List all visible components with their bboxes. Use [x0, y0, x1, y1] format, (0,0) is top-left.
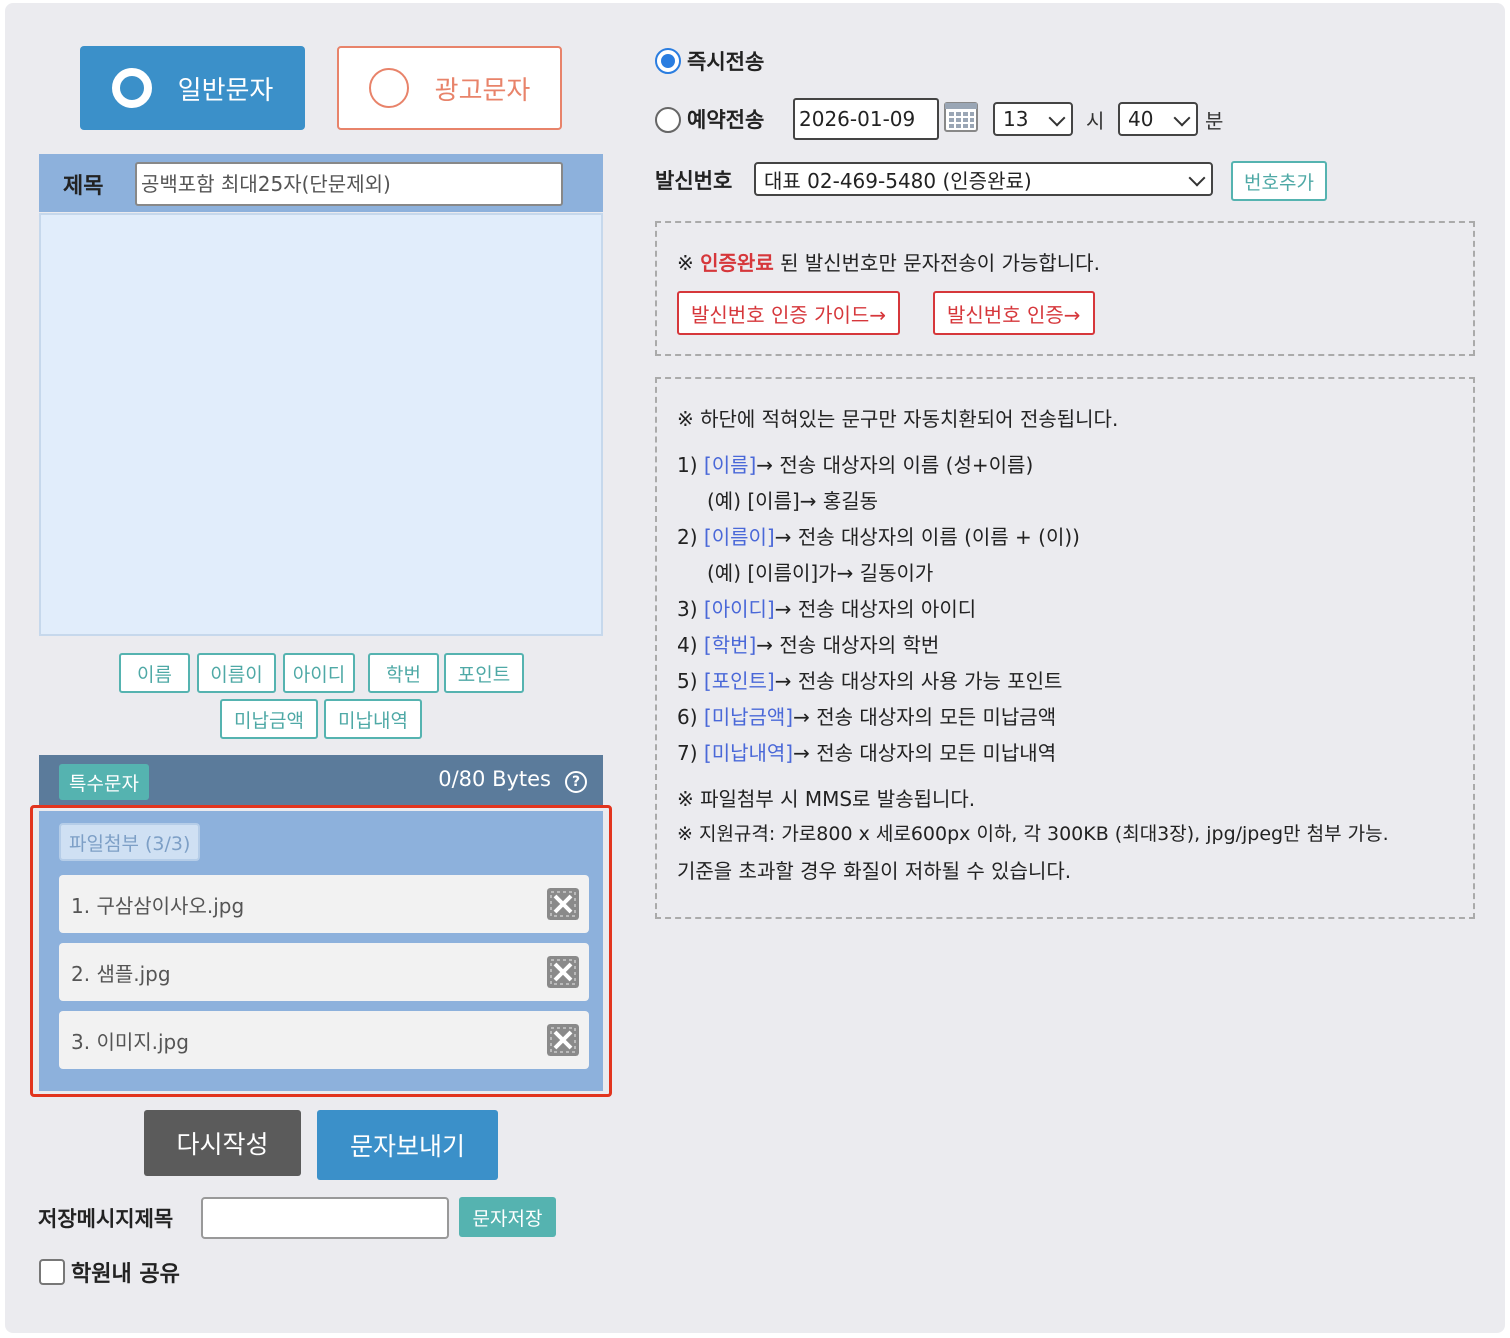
hour-unit: 시	[1086, 109, 1105, 133]
rule-desc: → 전송 대상자의 아이디	[774, 597, 977, 621]
spec-note: ※ 지원규격: 가로800 x 세로600px 이하, 각 300KB (최대3…	[677, 823, 1389, 845]
minute-unit: 분	[1205, 109, 1224, 133]
rule-number: 1)	[677, 453, 698, 477]
rule-desc: → 전송 대상자의 이름 (성+이름)	[756, 453, 1034, 477]
notice-suffix: 된 발신번호만 문자전송이 가능합니다.	[773, 251, 1100, 275]
verification-guide-button[interactable]: 발신번호 인증 가이드→	[677, 291, 901, 335]
send-message-button[interactable]: 문자보내기	[317, 1110, 498, 1180]
tag-button-point[interactable]: 포인트	[444, 653, 524, 693]
tag-button-name-i[interactable]: 이름이	[197, 653, 276, 693]
ad-message-label: 광고문자	[434, 75, 531, 106]
chevron-down-icon	[1188, 169, 1206, 187]
rule-desc: → 전송 대상자의 모든 미납내역	[793, 741, 1057, 765]
rule-desc: → 전송 대상자의 모든 미납금액	[793, 705, 1057, 729]
notice-prefix: ※	[677, 251, 701, 275]
rule-item: 2) [이름이]→ 전송 대상자의 이름 (이름 + (이))	[677, 521, 1080, 550]
subject-label: 제목	[63, 174, 104, 199]
tag-button-name[interactable]: 이름	[119, 653, 190, 693]
hour-value: 13	[1003, 107, 1029, 131]
message-body-textarea[interactable]	[39, 213, 603, 636]
sender-number-label: 발신번호	[655, 169, 733, 193]
chevron-down-icon	[1173, 109, 1191, 127]
tag-button-student-no[interactable]: 학번	[368, 653, 439, 693]
rule-item: 6) [미납금액]→ 전송 대상자의 모든 미납금액	[677, 701, 1056, 730]
share-checkbox[interactable]	[39, 1259, 65, 1285]
rule-desc: → 전송 대상자의 학번	[756, 633, 940, 657]
rule-item: 7) [미납내역]→ 전송 대상자의 모든 미납내역	[677, 737, 1056, 766]
attachment-highlight-outline	[30, 805, 612, 1097]
save-title-label: 저장메시지제목	[38, 1207, 174, 1231]
subject-bar: 제목	[39, 154, 603, 212]
rule-example: (예) [이름]→ 홍길동	[707, 489, 879, 513]
rule-number: 4)	[677, 633, 698, 657]
normal-message-label: 일반문자	[177, 75, 274, 106]
rule-number: 6)	[677, 705, 698, 729]
rule-desc: → 전송 대상자의 이름 (이름 + (이))	[774, 525, 1080, 549]
verify-number-button[interactable]: 발신번호 인증→	[933, 291, 1095, 335]
bytes-bar: 특수문자 0/80 Bytes ?	[39, 755, 603, 807]
byte-counter: 0/80 Bytes	[438, 767, 551, 791]
minute-value: 40	[1128, 107, 1154, 131]
sender-number-select[interactable]: 대표 02-469-5480 (인증완료)	[754, 162, 1213, 196]
radio-selected-icon	[111, 68, 152, 108]
rule-item: 4) [학번]→ 전송 대상자의 학번	[677, 629, 939, 658]
substitution-rules: ※ 하단에 적혀있는 문구만 자동치환되어 전송됩니다. 1) [이름]→ 전송…	[655, 377, 1475, 919]
reserve-date-value: 2026-01-09	[799, 107, 916, 131]
rule-tag: [이름]	[703, 453, 757, 477]
rule-tag: [미납내역]	[703, 741, 794, 765]
rule-item: 3) [아이디]→ 전송 대상자의 아이디	[677, 593, 976, 622]
verification-notice: ※ 인증완료 된 발신번호만 문자전송이 가능합니다. 발신번호 인증 가이드→…	[655, 221, 1475, 356]
rule-number: 3)	[677, 597, 698, 621]
sms-compose-panel: 일반문자 광고문자 제목 이름 이름이 아이디 학번 포인트 미납금액 미납내역…	[5, 3, 1505, 1333]
rewrite-button[interactable]: 다시작성	[144, 1110, 301, 1176]
special-chars-button[interactable]: 특수문자	[59, 764, 149, 800]
reserve-date-input[interactable]: 2026-01-09	[793, 98, 939, 140]
rule-tag: [이름이]	[703, 525, 775, 549]
add-number-button[interactable]: 번호추가	[1231, 161, 1327, 201]
tag-button-id[interactable]: 아이디	[283, 653, 355, 693]
rule-example: (예) [이름이]가→ 길동이가	[707, 561, 934, 585]
sender-number-value: 대표 02-469-5480 (인증완료)	[764, 168, 1032, 193]
quality-note: 기준을 초과할 경우 화질이 저하될 수 있습니다.	[677, 859, 1072, 883]
notice-highlight: 인증완료	[700, 251, 774, 275]
file-note: ※ 파일첨부 시 MMS로 발송됩니다.	[677, 787, 976, 811]
notice-text: ※ 인증완료 된 발신번호만 문자전송이 가능합니다.	[677, 247, 1100, 276]
tag-button-unpaid-amount[interactable]: 미납금액	[220, 699, 318, 739]
rules-intro: ※ 하단에 적혀있는 문구만 자동치환되어 전송됩니다.	[677, 407, 1119, 431]
subject-input[interactable]	[135, 162, 563, 206]
rule-desc: → 전송 대상자의 사용 가능 포인트	[774, 669, 1063, 693]
rule-number: 7)	[677, 741, 698, 765]
normal-message-button[interactable]: 일반문자	[80, 46, 305, 130]
reserve-send-label: 예약전송	[687, 108, 765, 132]
send-now-radio[interactable]	[655, 48, 681, 74]
ad-message-button[interactable]: 광고문자	[337, 46, 562, 130]
rule-tag: [미납금액]	[703, 705, 794, 729]
send-now-label: 즉시전송	[687, 50, 765, 74]
rule-item: 5) [포인트]→ 전송 대상자의 사용 가능 포인트	[677, 665, 1062, 694]
save-title-input[interactable]	[201, 1197, 449, 1239]
hour-select[interactable]: 13	[993, 102, 1073, 136]
calendar-icon[interactable]	[944, 102, 978, 132]
save-message-button[interactable]: 문자저장	[459, 1197, 556, 1237]
rule-tag: [아이디]	[703, 597, 775, 621]
rule-tag: [포인트]	[703, 669, 775, 693]
rule-tag: [학번]	[703, 633, 757, 657]
rule-item: 1) [이름]→ 전송 대상자의 이름 (성+이름)	[677, 449, 1033, 478]
reserve-send-radio[interactable]	[655, 107, 681, 133]
rule-number: 5)	[677, 669, 698, 693]
question-circle-icon[interactable]: ?	[565, 771, 587, 793]
chevron-down-icon	[1048, 109, 1066, 127]
tag-button-unpaid-history[interactable]: 미납내역	[324, 699, 422, 739]
minute-select[interactable]: 40	[1118, 102, 1198, 136]
rule-number: 2)	[677, 525, 698, 549]
radio-unselected-icon	[368, 68, 409, 108]
share-label: 학원내 공유	[71, 1262, 180, 1287]
